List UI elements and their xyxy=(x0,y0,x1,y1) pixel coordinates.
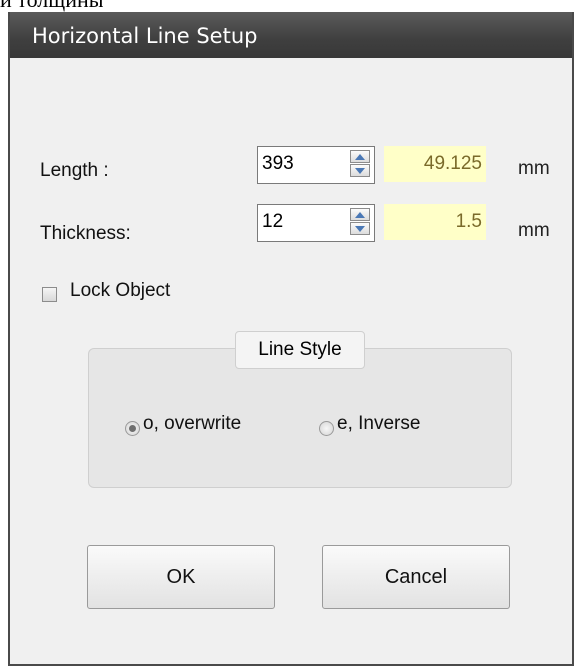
thickness-unit: mm xyxy=(518,220,550,241)
title-bar[interactable]: Horizontal Line Setup xyxy=(10,12,572,58)
length-mm-readout: 49.125 xyxy=(384,146,486,182)
length-label: Length : xyxy=(40,160,109,181)
length-spinbox[interactable] xyxy=(257,146,375,184)
line-style-group: Line Style o, overwrite e, Inverse xyxy=(88,331,512,488)
thickness-increment-button[interactable] xyxy=(350,208,370,221)
window-title: Horizontal Line Setup xyxy=(32,24,258,48)
thickness-decrement-button[interactable] xyxy=(350,222,370,235)
overwrite-label[interactable]: o, overwrite xyxy=(143,413,241,435)
length-decrement-button[interactable] xyxy=(350,164,370,177)
length-increment-button[interactable] xyxy=(350,150,370,163)
cancel-button[interactable]: Cancel xyxy=(322,545,510,609)
ok-button[interactable]: OK xyxy=(87,545,275,609)
thickness-input[interactable] xyxy=(258,205,346,239)
horizontal-line-setup-dialog: Horizontal Line Setup Length : 49.125 mm… xyxy=(8,12,574,666)
length-unit: mm xyxy=(518,158,550,179)
inverse-radio[interactable] xyxy=(319,421,334,436)
lock-object-checkbox[interactable] xyxy=(42,287,57,302)
dialog-body: Length : 49.125 mm Thickness: 1.5 mm Loc… xyxy=(10,58,572,664)
arrow-up-icon xyxy=(355,212,365,218)
thickness-spinbox[interactable] xyxy=(257,204,375,242)
length-spin-buttons xyxy=(350,150,370,178)
inverse-label[interactable]: e, Inverse xyxy=(337,413,420,435)
thickness-spin-buttons xyxy=(350,208,370,236)
lock-object-label[interactable]: Lock Object xyxy=(70,280,170,302)
overwrite-radio[interactable] xyxy=(125,421,140,436)
arrow-down-icon xyxy=(355,226,365,232)
arrow-down-icon xyxy=(355,168,365,174)
thickness-label: Thickness: xyxy=(40,223,131,244)
line-style-legend: Line Style xyxy=(235,331,365,369)
length-input[interactable] xyxy=(258,147,346,181)
thickness-mm-readout: 1.5 xyxy=(384,204,486,240)
arrow-up-icon xyxy=(355,154,365,160)
